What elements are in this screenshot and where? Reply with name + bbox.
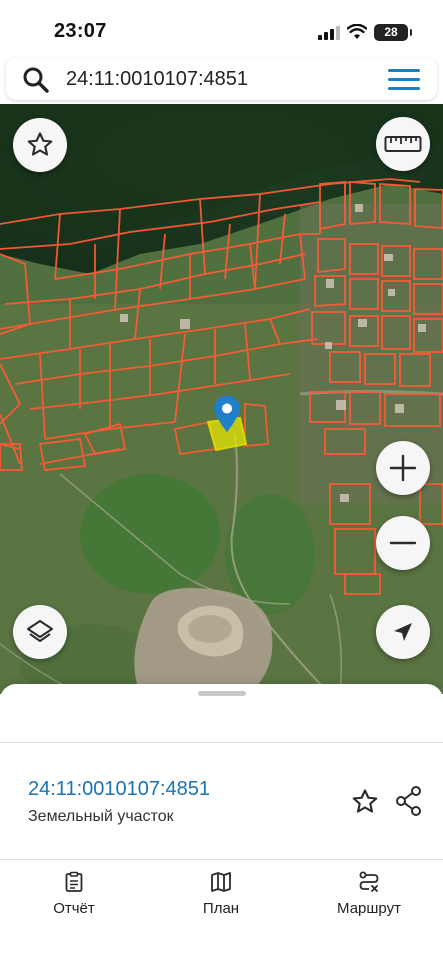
favorite-button[interactable] <box>13 118 67 172</box>
minus-icon <box>389 541 417 545</box>
zoom-in-button[interactable] <box>376 441 430 495</box>
battery-indicator: 28 <box>374 24 412 41</box>
divider <box>0 742 443 743</box>
zoom-out-button[interactable] <box>376 516 430 570</box>
parcel-number[interactable]: 24:11:0010107:4851 <box>28 778 210 801</box>
star-icon <box>27 132 53 156</box>
layers-button[interactable] <box>13 605 67 659</box>
navigation-arrow-icon <box>394 623 412 641</box>
star-icon[interactable] <box>350 787 380 817</box>
search-bar <box>6 58 437 100</box>
status-bar: 23:07 28 <box>0 0 443 58</box>
cellular-signal-icon <box>318 26 340 40</box>
search-input[interactable] <box>66 62 366 96</box>
route-icon <box>359 871 379 892</box>
layers-icon <box>27 620 53 642</box>
ruler-button[interactable] <box>376 117 430 171</box>
map-view[interactable] <box>0 104 443 694</box>
plus-icon <box>389 454 417 482</box>
location-pin-icon[interactable] <box>214 396 240 432</box>
tab-label: Маршрут <box>337 900 401 917</box>
tab-label: План <box>202 900 240 917</box>
share-icon[interactable] <box>394 785 424 817</box>
tab-plan[interactable]: План <box>161 860 281 924</box>
hamburger-menu-icon[interactable] <box>388 69 420 91</box>
sheet-drag-handle[interactable] <box>198 691 246 696</box>
my-location-button[interactable] <box>376 605 430 659</box>
bottom-actions: Отчёт План Маршрут <box>0 860 443 960</box>
parcel-type: Земельный участок <box>28 808 174 825</box>
status-time: 23:07 <box>54 20 107 42</box>
map-icon <box>211 872 231 892</box>
tab-report[interactable]: Отчёт <box>14 860 134 924</box>
bottom-sheet: 24:11:0010107:4851 Земельный участок Отч… <box>0 684 443 960</box>
search-icon[interactable] <box>22 66 50 94</box>
tab-label: Отчёт <box>53 900 95 917</box>
tab-route[interactable]: Маршрут <box>309 860 429 924</box>
clipboard-icon <box>65 871 83 892</box>
wifi-icon <box>347 24 367 39</box>
ruler-icon <box>384 136 422 152</box>
